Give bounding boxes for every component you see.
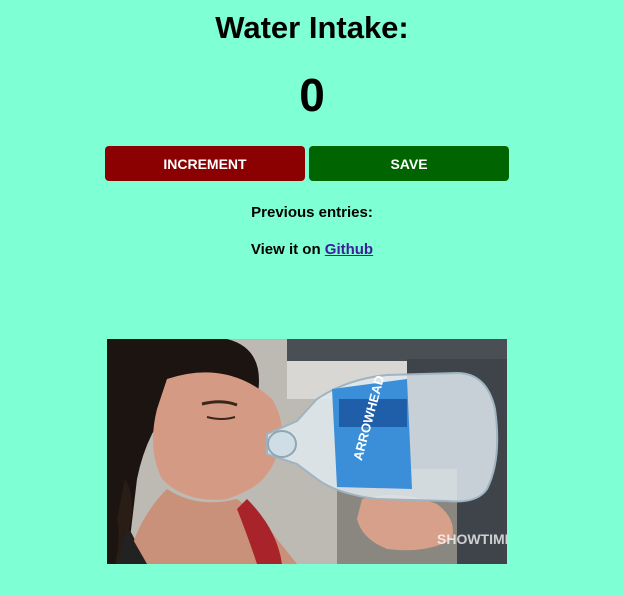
previous-entries-heading: Previous entries: — [251, 204, 373, 221]
gif-bottle-cap — [267, 430, 297, 458]
drinking-water-gif: ARROWHEAD SHOWTIME — [107, 339, 507, 564]
increment-button[interactable]: Increment — [105, 146, 305, 181]
gif-watermark: SHOWTIME — [437, 531, 507, 547]
button-row: Increment Save — [105, 146, 509, 181]
github-link[interactable]: Github — [325, 241, 373, 258]
water-count: 0 — [299, 69, 325, 121]
save-button[interactable]: Save — [309, 146, 509, 181]
page-title: Water Intake: — [215, 10, 409, 45]
github-line: View it on Github — [0, 241, 624, 258]
gif-machine-top — [287, 339, 507, 361]
gif-illustration: ARROWHEAD SHOWTIME — [107, 339, 507, 564]
github-prefix: View it on — [250, 241, 325, 258]
